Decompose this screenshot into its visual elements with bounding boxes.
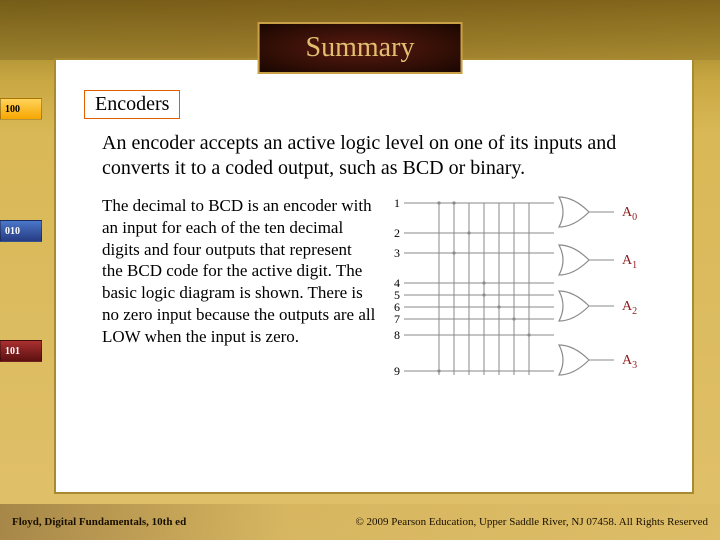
lead-paragraph: An encoder accepts an active logic level…	[102, 131, 654, 181]
output-label-a2: A2	[622, 299, 637, 317]
slide-title: Summary	[306, 32, 415, 63]
side-badge-3: 101	[0, 340, 42, 362]
output-label-a0: A0	[622, 205, 637, 223]
input-wires	[404, 203, 554, 371]
content-panel: Encoders An encoder accepts an active lo…	[54, 58, 694, 494]
encoder-logic-diagram: 1 2 3 4 5 6 7 8 9	[384, 195, 654, 405]
output-label-a1: A1	[622, 253, 637, 271]
side-badge-1: 100	[0, 98, 42, 120]
side-badge-2: 010	[0, 220, 42, 242]
input-label-2: 2	[394, 226, 400, 240]
interconnect-bus	[437, 201, 530, 375]
slide-title-box: Summary	[258, 22, 463, 74]
input-label-7: 7	[394, 312, 400, 326]
input-label-1: 1	[394, 196, 400, 210]
detail-paragraph: The decimal to BCD is an encoder with an…	[102, 195, 376, 405]
or-gate-a3	[559, 345, 614, 375]
input-label-9: 9	[394, 364, 400, 378]
footer-bar: Floyd, Digital Fundamentals, 10th ed © 2…	[0, 504, 720, 540]
or-gate-a0	[559, 197, 614, 227]
output-label-a3: A3	[622, 353, 637, 371]
input-label-8: 8	[394, 328, 400, 342]
input-label-3: 3	[394, 246, 400, 260]
or-gate-a2	[559, 291, 614, 321]
section-label: Encoders	[84, 90, 180, 119]
footer-right-text: © 2009 Pearson Education, Upper Saddle R…	[355, 516, 708, 528]
footer-left-text: Floyd, Digital Fundamentals, 10th ed	[12, 516, 186, 528]
or-gate-a1	[559, 245, 614, 275]
